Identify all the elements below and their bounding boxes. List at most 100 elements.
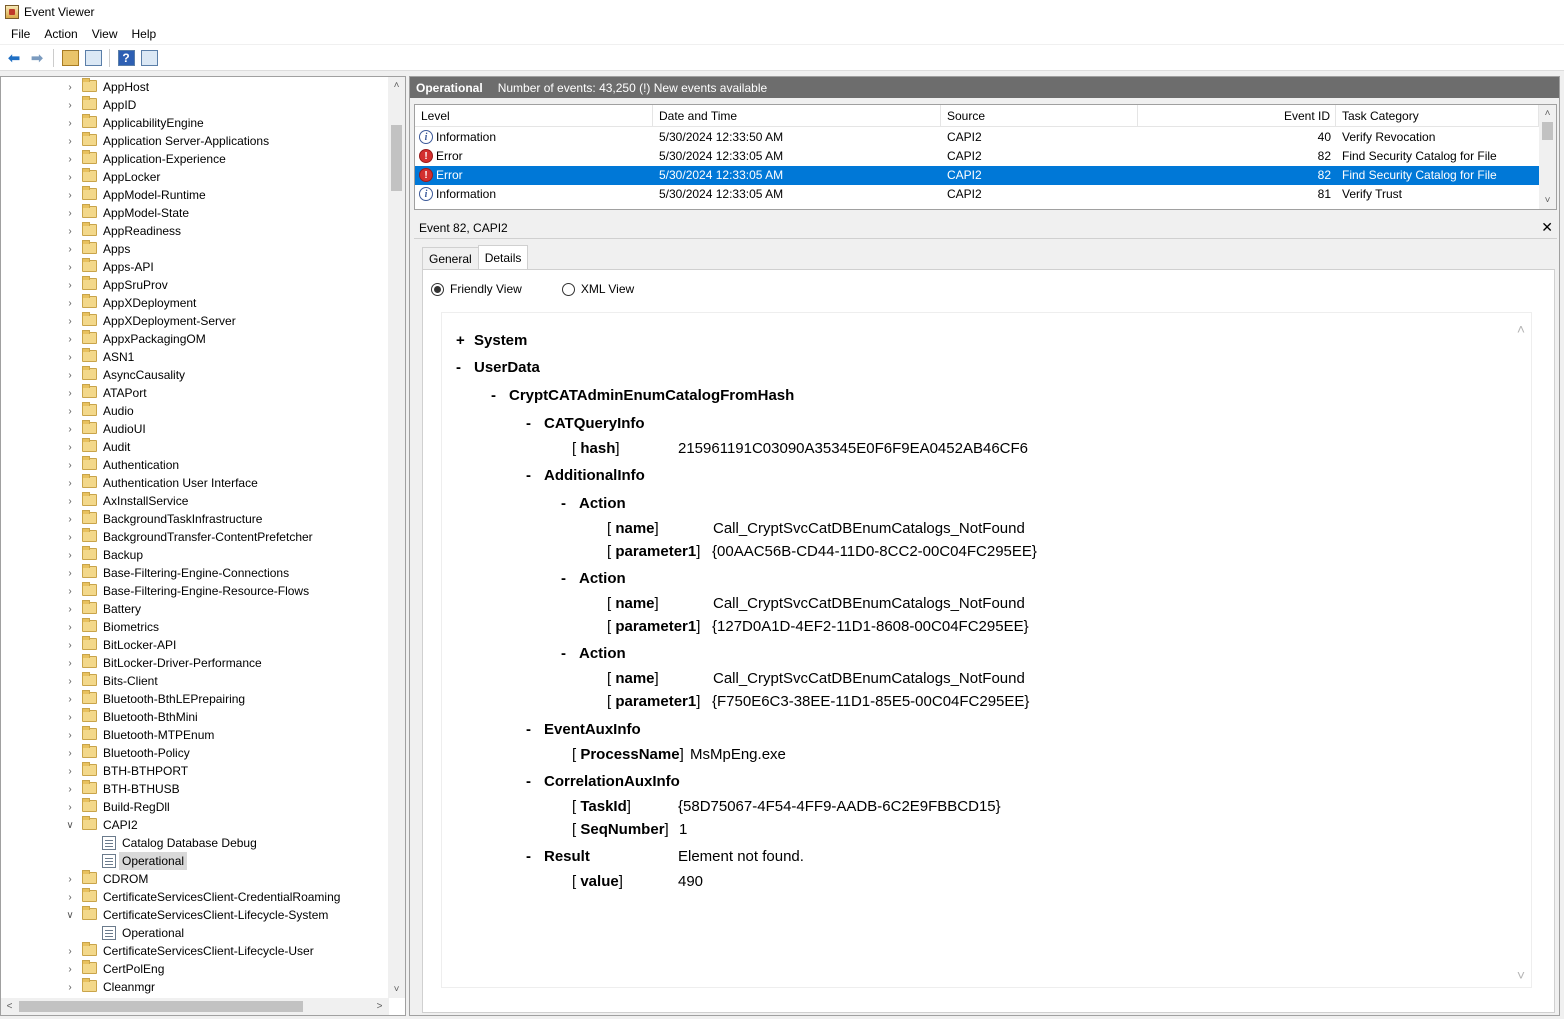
collapse-toggle[interactable]: - <box>561 494 566 514</box>
tree-item-folder[interactable]: › CertificateServicesClient-Lifecycle-Use… <box>1 942 389 960</box>
chevron-up-icon[interactable]: ˄ <box>1517 321 1525 337</box>
forward-arrow-icon[interactable]: ➡ <box>27 48 47 68</box>
collapse-toggle[interactable]: - <box>526 847 531 867</box>
chevron-right-icon[interactable]: › <box>65 280 75 291</box>
collapse-toggle[interactable]: - <box>491 386 496 406</box>
chevron-right-icon[interactable]: › <box>65 136 75 147</box>
chevron-right-icon[interactable]: › <box>65 154 75 165</box>
chevron-down-icon[interactable]: ∨ <box>65 910 75 921</box>
collapse-toggle[interactable]: - <box>526 466 531 486</box>
tree-item-folder[interactable]: › Apps-API <box>1 258 389 276</box>
tree-item-folder[interactable]: › Build-RegDll <box>1 798 389 816</box>
tree-item-folder[interactable]: › Base-Filtering-Engine-Resource-Flows <box>1 582 389 600</box>
chevron-right-icon[interactable]: › <box>65 298 75 309</box>
tree-item-folder[interactable]: › AudioUI <box>1 420 389 438</box>
scroll-down-icon[interactable]: ˅ <box>1539 192 1556 209</box>
event-row[interactable]: i Information 5/30/2024 12:33:50 AM CAPI2 40… <box>415 128 1539 147</box>
tab-details[interactable]: Details <box>477 245 529 269</box>
column-level[interactable]: Level <box>415 105 653 127</box>
menu-view[interactable]: View <box>85 24 125 44</box>
chevron-down-icon[interactable]: ˅ <box>1517 967 1525 983</box>
tree-item-folder[interactable]: › BackgroundTransfer-ContentPrefetcher <box>1 528 389 546</box>
chevron-right-icon[interactable]: › <box>65 694 75 705</box>
tree-item-folder[interactable]: › AsyncCausality <box>1 366 389 384</box>
chevron-right-icon[interactable]: › <box>65 82 75 93</box>
console-tree-icon[interactable] <box>83 48 103 68</box>
chevron-right-icon[interactable]: › <box>65 424 75 435</box>
chevron-right-icon[interactable]: › <box>65 784 75 795</box>
chevron-right-icon[interactable]: › <box>65 532 75 543</box>
chevron-right-icon[interactable]: › <box>65 730 75 741</box>
chevron-right-icon[interactable]: › <box>65 118 75 129</box>
close-icon[interactable]: ✕ <box>1541 219 1553 236</box>
chevron-right-icon[interactable]: › <box>65 964 75 975</box>
chevron-right-icon[interactable]: › <box>65 496 75 507</box>
tree-item-log[interactable]: Operational <box>1 852 389 870</box>
chevron-right-icon[interactable]: › <box>65 388 75 399</box>
up-folder-icon[interactable] <box>60 48 80 68</box>
tree-item-folder[interactable]: › AppSruProv <box>1 276 389 294</box>
scroll-up-icon[interactable]: ˄ <box>1539 105 1556 122</box>
tree-item-folder[interactable]: › BitLocker-API <box>1 636 389 654</box>
chevron-right-icon[interactable]: › <box>65 514 75 525</box>
tree-item-folder[interactable]: › AppHost <box>1 78 389 96</box>
chevron-right-icon[interactable]: › <box>65 982 75 993</box>
chevron-right-icon[interactable]: › <box>65 334 75 345</box>
chevron-down-icon[interactable]: ∨ <box>65 820 75 831</box>
scroll-thumb[interactable] <box>1542 122 1553 140</box>
collapse-toggle[interactable]: - <box>526 772 531 792</box>
xml-view-radio[interactable] <box>561 282 575 296</box>
chevron-right-icon[interactable]: › <box>65 658 75 669</box>
chevron-right-icon[interactable]: › <box>65 316 75 327</box>
scroll-right-icon[interactable]: ˃ <box>371 998 388 1015</box>
column-source[interactable]: Source <box>941 105 1138 127</box>
scroll-up-icon[interactable]: ˄ <box>388 77 405 94</box>
tree-item-folder[interactable]: › CertPolEng <box>1 960 389 978</box>
chevron-right-icon[interactable]: › <box>65 550 75 561</box>
tree-item-folder[interactable]: › BackgroundTaskInfrastructure <box>1 510 389 528</box>
chevron-right-icon[interactable]: › <box>65 226 75 237</box>
chevron-right-icon[interactable]: › <box>65 406 75 417</box>
tree-item-folder[interactable]: › AppID <box>1 96 389 114</box>
tree-item-folder[interactable]: › Cleanmgr <box>1 978 389 996</box>
chevron-right-icon[interactable]: › <box>65 604 75 615</box>
action-pane-icon[interactable] <box>139 48 159 68</box>
help-icon[interactable]: ? <box>116 48 136 68</box>
tree-item-folder[interactable]: › ATAPort <box>1 384 389 402</box>
scroll-thumb[interactable] <box>391 125 402 191</box>
grid-vertical-scrollbar[interactable]: ˄ ˅ <box>1539 105 1556 209</box>
tree-item-folder[interactable]: › Bits-Client <box>1 672 389 690</box>
tree-item-folder[interactable]: › Bluetooth-BthLEPrepairing <box>1 690 389 708</box>
tree-item-folder[interactable]: › AppReadiness <box>1 222 389 240</box>
chevron-right-icon[interactable]: › <box>65 100 75 111</box>
tab-general[interactable]: General <box>422 247 479 269</box>
chevron-right-icon[interactable]: › <box>65 802 75 813</box>
chevron-right-icon[interactable]: › <box>65 460 75 471</box>
tree-item-folder[interactable]: ∨ CertificateServicesClient-Lifecycle-Sys… <box>1 906 389 924</box>
tree-item-folder[interactable]: › Audit <box>1 438 389 456</box>
tree-item-folder[interactable]: › Bluetooth-MTPEnum <box>1 726 389 744</box>
tree-item-log[interactable]: Catalog Database Debug <box>1 834 389 852</box>
chevron-right-icon[interactable]: › <box>65 208 75 219</box>
back-arrow-icon[interactable]: ⬅ <box>4 48 24 68</box>
chevron-right-icon[interactable]: › <box>65 262 75 273</box>
tree-item-folder[interactable]: › Authentication User Interface <box>1 474 389 492</box>
tree-item-folder[interactable]: › AppxPackagingOM <box>1 330 389 348</box>
tree-item-log[interactable]: Operational <box>1 924 389 942</box>
scroll-down-icon[interactable]: ˅ <box>388 981 405 998</box>
chevron-right-icon[interactable]: › <box>65 622 75 633</box>
tree-item-folder[interactable]: › Application-Experience <box>1 150 389 168</box>
chevron-right-icon[interactable]: › <box>65 766 75 777</box>
tree-item-folder[interactable]: › AppModel-State <box>1 204 389 222</box>
chevron-right-icon[interactable]: › <box>65 172 75 183</box>
tree-item-folder[interactable]: › AppXDeployment <box>1 294 389 312</box>
event-row[interactable]: ! Error 5/30/2024 12:33:05 AM CAPI2 82 Find S… <box>415 147 1539 166</box>
tree-item-folder[interactable]: › Base-Filtering-Engine-Connections <box>1 564 389 582</box>
tree-item-folder[interactable]: ∨ CAPI2 <box>1 816 389 834</box>
chevron-right-icon[interactable]: › <box>65 352 75 363</box>
expand-toggle[interactable]: + <box>456 331 465 351</box>
chevron-right-icon[interactable]: › <box>65 892 75 903</box>
chevron-right-icon[interactable]: › <box>65 190 75 201</box>
chevron-right-icon[interactable]: › <box>65 568 75 579</box>
tree-item-folder[interactable]: › Application Server-Applications <box>1 132 389 150</box>
